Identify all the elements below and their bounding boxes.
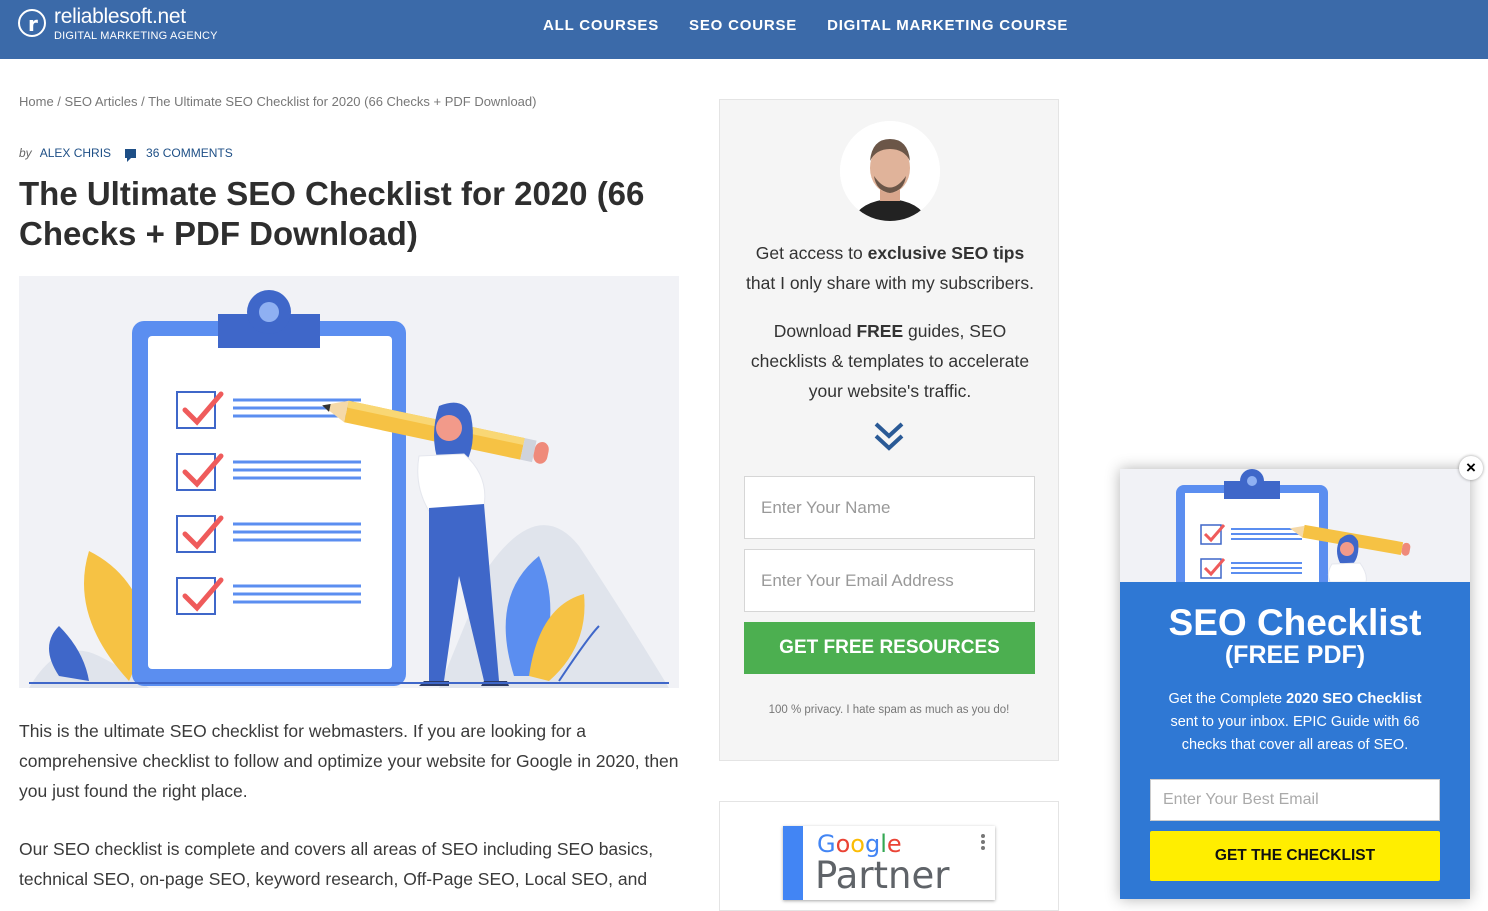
- double-chevron-down-icon: [874, 422, 904, 451]
- popup-title: SEO Checklist: [1168, 602, 1422, 643]
- popup-close-icon[interactable]: ×: [1459, 456, 1483, 480]
- article-paragraph-1: This is the ultimate SEO checklist for w…: [19, 721, 679, 801]
- get-free-resources-button[interactable]: GET FREE RESOURCES: [744, 622, 1035, 674]
- popup-illustration: [1120, 469, 1470, 582]
- optin-text-2-pre: Download: [773, 321, 857, 341]
- popup-desc-post: sent to your inbox. EPIC Guide with 66 c…: [1170, 714, 1420, 753]
- nav-seo-course[interactable]: SEO COURSE: [689, 17, 797, 34]
- article-paragraph-2: Our SEO checklist is complete and covers…: [19, 839, 654, 889]
- popup-email-input[interactable]: Enter Your Best Email: [1150, 779, 1440, 821]
- privacy-note: 100 % privacy. I hate spam as much as yo…: [768, 704, 1010, 716]
- logo-circle-icon: r: [18, 9, 46, 37]
- top-navigation-bar: r reliablesoft.net DIGITAL MARKETING AGE…: [0, 0, 1488, 59]
- checklist-illustration: [29, 290, 669, 688]
- comments-link[interactable]: 36 COMMENTS: [146, 146, 233, 160]
- optin-text-1-post: that I only share with my subscribers.: [746, 273, 1034, 293]
- get-the-checklist-button[interactable]: GET THE CHECKLIST: [1150, 831, 1440, 881]
- optin-text-1: Get access to exclusive SEO tips that I …: [740, 238, 1040, 298]
- logo-name: reliablesoft.net: [54, 5, 186, 28]
- comment-icon: [125, 148, 137, 162]
- google-partner-badge[interactable]: Google Partner: [783, 826, 995, 900]
- popup-body: SEO Checklist (FREE PDF) Get the Complet…: [1120, 582, 1470, 899]
- by-label: by: [19, 146, 32, 160]
- breadcrumb-current: The Ultimate SEO Checklist for 2020 (66 …: [148, 94, 537, 109]
- breadcrumb-home[interactable]: Home: [19, 94, 54, 109]
- article-title: The Ultimate SEO Checklist for 2020 (66 …: [19, 175, 645, 252]
- nav-all-courses[interactable]: ALL COURSES: [543, 17, 659, 34]
- email-input[interactable]: Enter Your Email Address: [744, 549, 1035, 612]
- popup-desc-bold: 2020 SEO Checklist: [1286, 691, 1422, 707]
- main-nav: ALL COURSES SEO COURSE DIGITAL MARKETING…: [543, 17, 1068, 34]
- popup-subtitle: (FREE PDF): [1224, 641, 1366, 669]
- partner-badge-bar: [783, 826, 803, 900]
- nav-digital-marketing-course[interactable]: DIGITAL MARKETING COURSE: [827, 17, 1068, 34]
- optin-text-1-bold: exclusive SEO tips: [867, 243, 1025, 263]
- breadcrumb: Home / SEO Articles / The Ultimate SEO C…: [19, 94, 536, 109]
- post-meta: by ALEX CHRIS 36 COMMENTS: [19, 146, 233, 162]
- author-link[interactable]: ALEX CHRIS: [40, 146, 111, 160]
- breadcrumb-seo-articles[interactable]: SEO Articles: [65, 94, 138, 109]
- author-photo-icon: [840, 121, 940, 221]
- popup-checklist-illustration: [1176, 469, 1411, 582]
- logo-letter: r: [28, 12, 38, 36]
- logo-tagline: DIGITAL MARKETING AGENCY: [54, 30, 218, 42]
- kebab-menu-icon[interactable]: [981, 834, 985, 852]
- author-avatar: [840, 121, 940, 221]
- breadcrumb-separator: /: [53, 94, 65, 109]
- popup-description: Get the Complete 2020 SEO Checklist sent…: [1155, 688, 1435, 757]
- seo-checklist-popup: SEO Checklist (FREE PDF) Get the Complet…: [1120, 469, 1470, 899]
- name-input[interactable]: Enter Your Name: [744, 476, 1035, 539]
- breadcrumb-separator: /: [137, 94, 149, 109]
- hero-illustration: [19, 276, 679, 688]
- optin-text-2: Download FREE guides, SEO checklists & t…: [740, 316, 1040, 406]
- sidebar-optin-box: Get access to exclusive SEO tips that I …: [719, 99, 1059, 761]
- optin-text-2-bold: FREE: [856, 321, 904, 341]
- google-partner-box: Google Partner: [719, 801, 1059, 911]
- partner-label: Partner: [815, 854, 950, 897]
- optin-text-1-pre: Get access to: [755, 243, 868, 263]
- popup-desc-pre: Get the Complete: [1168, 691, 1287, 707]
